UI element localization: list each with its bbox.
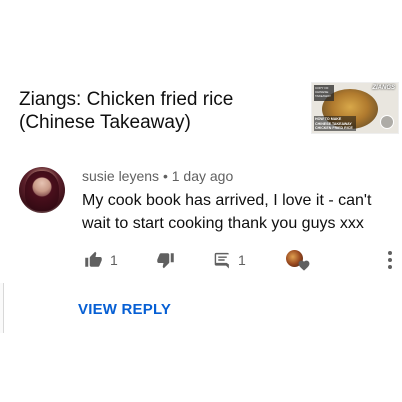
creator-heart-icon (298, 260, 310, 271)
thumbs-up-icon (85, 251, 102, 267)
like-button[interactable]: 1 (84, 250, 118, 270)
more-options-button[interactable] (386, 250, 394, 270)
comment-author[interactable]: susie leyens (82, 168, 159, 184)
thumbs-down-icon (157, 253, 174, 269)
thumbnail-brand: ZIANGS (372, 85, 395, 91)
channel-logo-icon (380, 115, 394, 129)
video-title[interactable]: Ziangs: Chicken fried rice (Chinese Take… (19, 88, 269, 134)
side-panel-edge (0, 283, 4, 333)
comment-text: My cook book has arrived, I love it - ca… (82, 192, 372, 232)
thumbnail-badge: COPY OF CHINESE TAKEAWAY (314, 85, 334, 101)
view-reply-button[interactable]: VIEW REPLY (78, 301, 171, 318)
avatar-hair (25, 171, 59, 211)
like-count: 1 (110, 252, 118, 268)
meta-separator: • (162, 168, 168, 184)
thumbnail-caption: HOW TO MAKE CHINESE TAKEAWAY CHICKEN FRI… (314, 116, 356, 131)
avatar[interactable] (19, 167, 65, 213)
dislike-button[interactable] (156, 250, 175, 270)
creator-heart[interactable] (286, 250, 310, 272)
reply-button[interactable]: 1 (214, 250, 246, 270)
more-vert-icon (388, 251, 392, 269)
reply-icon (214, 252, 229, 269)
comment-meta: susie leyens • 1 day ago (82, 168, 233, 184)
comment-time: 1 day ago (171, 168, 234, 184)
video-thumbnail[interactable]: COPY OF CHINESE TAKEAWAY ZIANGS HOW TO M… (311, 82, 399, 134)
reply-count: 1 (238, 252, 246, 268)
